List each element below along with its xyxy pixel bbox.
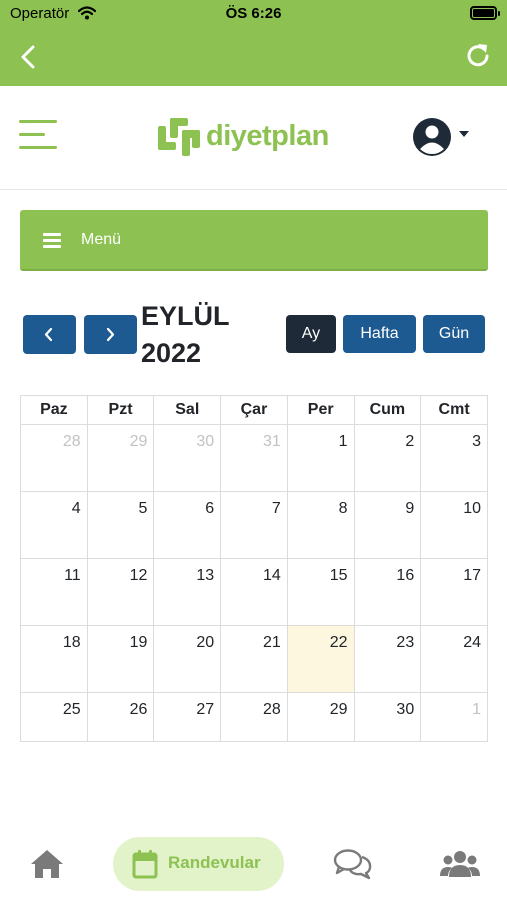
calendar-day-cell[interactable]: 29 (286, 692, 355, 742)
weekday-header: Cmt (420, 395, 488, 425)
view-week-button[interactable]: Hafta (343, 315, 416, 353)
calendar-day-cell[interactable]: 14 (220, 558, 288, 626)
menu-label: Menü (81, 231, 122, 248)
calendar-day-cell[interactable]: 3 (420, 424, 488, 492)
calendar-day-cell[interactable]: 7 (220, 491, 288, 559)
battery-icon (470, 6, 500, 20)
nav-appointments-label: Randevular (168, 853, 261, 872)
calendar-day-cell[interactable]: 19 (86, 625, 155, 693)
calendar-day-cell[interactable]: 15 (286, 558, 355, 626)
weekday-header: Çar (220, 395, 288, 425)
calendar-week-row: 11 12 13 14 15 16 17 (20, 558, 488, 626)
menu-toggle-bar[interactable]: Menü (20, 210, 488, 271)
logo-mark-icon (158, 118, 200, 156)
calendar-day-cell[interactable]: 1 (420, 692, 488, 742)
weekday-header-row: Paz Pzt Sal Çar Per Cum Cmt (20, 395, 488, 425)
weekday-header: Per (286, 395, 355, 425)
calendar-day-cell[interactable]: 28 (20, 424, 88, 492)
weekday-header: Cum (353, 395, 422, 425)
calendar-title: EYLÜL 2022 (141, 298, 230, 372)
calendar-day-cell[interactable]: 2 (353, 424, 422, 492)
calendar-day-cell[interactable]: 27 (153, 692, 222, 742)
calendar-day-cell[interactable]: 16 (353, 558, 422, 626)
calendar-day-cell[interactable]: 18 (20, 625, 88, 693)
logo-text: diyetplan (206, 120, 329, 152)
chat-icon[interactable] (333, 848, 373, 880)
users-icon[interactable] (440, 848, 480, 880)
calendar-day-cell[interactable]: 29 (86, 424, 155, 492)
calendar-day-cell[interactable]: 10 (420, 491, 488, 559)
calendar-day-cell[interactable]: 1 (286, 424, 355, 492)
calendar-day-cell[interactable]: 9 (353, 491, 422, 559)
month-calendar: Paz Pzt Sal Çar Per Cum Cmt 28 29 30 31 … (20, 395, 488, 742)
calendar-week-row: 28 29 30 31 1 2 3 (20, 424, 488, 492)
calendar-week-row: 25 26 27 28 29 30 1 (20, 692, 488, 742)
calendar-day-cell[interactable]: 24 (420, 625, 488, 693)
calendar-day-cell-today[interactable]: 22 (286, 625, 355, 693)
view-day-button[interactable]: Gün (423, 315, 485, 353)
nav-appointments-tab[interactable]: Randevular (113, 837, 284, 891)
calendar-day-cell[interactable]: 28 (220, 692, 288, 742)
calendar-day-cell[interactable]: 26 (86, 692, 155, 742)
chevron-left-icon (44, 327, 53, 342)
calendar-week-row: 18 19 20 21 22 23 24 (20, 625, 488, 693)
chevron-right-icon (106, 327, 115, 342)
calendar-day-cell[interactable]: 23 (353, 625, 422, 693)
calendar-day-cell[interactable]: 4 (20, 491, 88, 559)
user-avatar-icon[interactable] (413, 118, 451, 156)
app-bar (0, 30, 507, 86)
view-month-button[interactable]: Ay (286, 315, 336, 353)
calendar-day-cell[interactable]: 6 (153, 491, 222, 559)
calendar-day-cell[interactable]: 20 (153, 625, 222, 693)
calendar-day-cell[interactable]: 25 (20, 692, 88, 742)
calendar-day-cell[interactable]: 13 (153, 558, 222, 626)
chevron-down-icon[interactable] (459, 131, 469, 137)
calendar-day-cell[interactable]: 11 (20, 558, 88, 626)
weekday-header: Pzt (86, 395, 155, 425)
bottom-nav: Randevular (0, 820, 507, 900)
calendar-day-cell[interactable]: 21 (220, 625, 288, 693)
status-bar: Operatör ÖS 6:26 (0, 0, 507, 30)
calendar-title-year: 2022 (141, 338, 202, 368)
site-header: diyetplan (0, 86, 507, 190)
calendar-day-cell[interactable]: 17 (420, 558, 488, 626)
calendar-day-cell[interactable]: 31 (220, 424, 288, 492)
calendar-day-cell[interactable]: 30 (153, 424, 222, 492)
back-chevron-icon[interactable] (14, 42, 44, 72)
refresh-icon[interactable] (463, 41, 493, 71)
calendar-week-row: 4 5 6 7 8 9 10 (20, 491, 488, 559)
calendar-day-cell[interactable]: 30 (353, 692, 422, 742)
calendar-day-cell[interactable]: 5 (86, 491, 155, 559)
weekday-header: Paz (20, 395, 88, 425)
home-icon[interactable] (29, 848, 65, 880)
prev-month-button[interactable] (23, 315, 76, 354)
calendar-day-cell[interactable]: 8 (286, 491, 355, 559)
bars-icon (43, 233, 61, 248)
calendar-day-cell[interactable]: 12 (86, 558, 155, 626)
calendar-title-month: EYLÜL (141, 301, 230, 331)
clock: ÖS 6:26 (225, 5, 282, 22)
hamburger-icon[interactable] (19, 120, 59, 150)
weekday-header: Sal (153, 395, 222, 425)
calendar-icon (132, 850, 158, 879)
logo: diyetplan (158, 114, 338, 160)
next-month-button[interactable] (84, 315, 137, 354)
